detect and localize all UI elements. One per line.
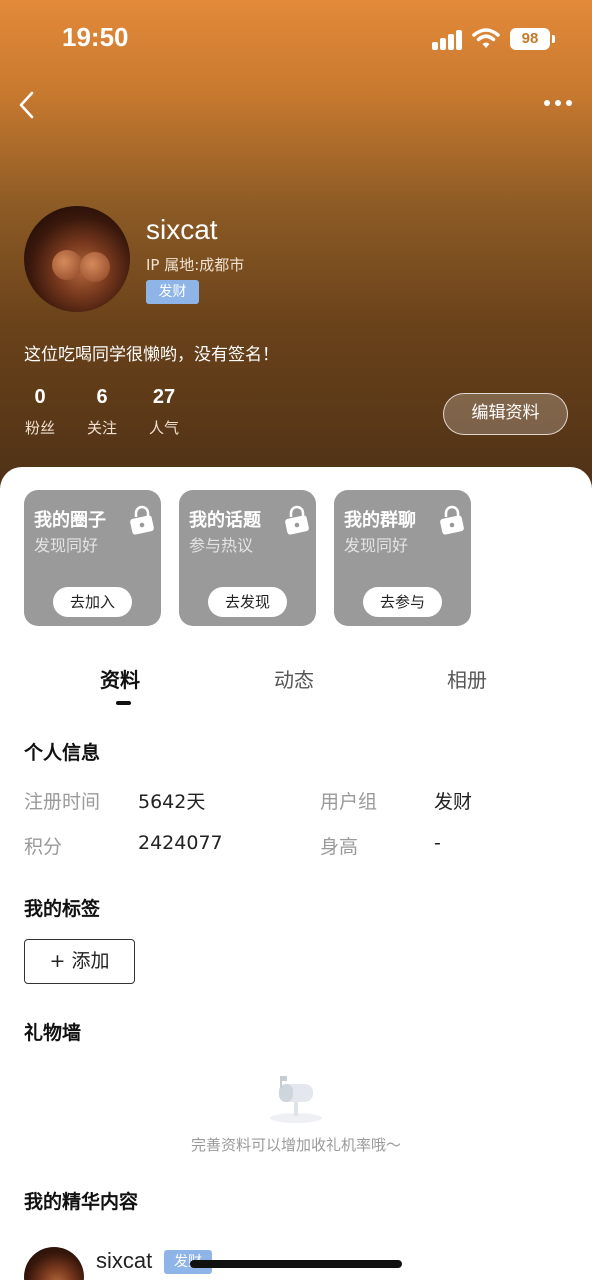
card-my-group-chats[interactable]: 我的群聊 发现同好 去参与 bbox=[334, 490, 471, 626]
info-label: 注册时间 bbox=[24, 791, 101, 813]
stat-label: 人气 bbox=[148, 419, 179, 437]
username: sixcat bbox=[146, 214, 218, 245]
tab-album[interactable]: 相册 bbox=[447, 664, 487, 693]
card-my-topics[interactable]: 我的话题 参与热议 去发现 bbox=[179, 490, 316, 626]
wifi-icon bbox=[472, 28, 500, 48]
stat-label: 粉丝 bbox=[24, 419, 55, 437]
active-tab-indicator bbox=[116, 701, 131, 705]
empty-mailbox-icon bbox=[270, 1076, 322, 1123]
card-button[interactable]: 去发现 bbox=[208, 587, 287, 617]
cellular-signal-icon bbox=[432, 28, 464, 50]
add-tag-button[interactable]: + 添加 bbox=[24, 939, 135, 984]
lock-icon bbox=[440, 505, 464, 535]
card-subtitle: 发现同好 bbox=[344, 536, 409, 555]
post-author-name: sixcat bbox=[96, 1248, 153, 1273]
info-value: 5642天 bbox=[138, 791, 206, 813]
back-icon[interactable] bbox=[16, 90, 40, 120]
battery-icon: 98 bbox=[510, 28, 555, 50]
ip-location: IP 属地:成都市 bbox=[146, 256, 245, 274]
card-button[interactable]: 去参与 bbox=[363, 587, 442, 617]
stat-popularity[interactable]: 27 人气 bbox=[148, 386, 180, 438]
edit-profile-button[interactable]: 编辑资料 bbox=[443, 393, 568, 435]
stat-value: 0 bbox=[34, 386, 46, 408]
info-label: 用户组 bbox=[320, 791, 378, 813]
card-title: 我的群聊 bbox=[344, 510, 416, 531]
my-tags-title: 我的标签 bbox=[24, 898, 101, 920]
stat-following[interactable]: 6 关注 bbox=[86, 386, 118, 438]
info-value: 发财 bbox=[434, 791, 473, 813]
stat-label: 关注 bbox=[86, 419, 117, 437]
info-value: - bbox=[434, 832, 441, 854]
more-options-icon[interactable] bbox=[544, 100, 574, 110]
tab-profile-info[interactable]: 资料 bbox=[100, 664, 140, 693]
user-group-badge: 发财 bbox=[146, 280, 199, 304]
avatar[interactable] bbox=[24, 206, 130, 312]
lock-icon bbox=[285, 505, 309, 535]
featured-content-title: 我的精华内容 bbox=[24, 1191, 139, 1213]
card-subtitle: 参与热议 bbox=[189, 536, 254, 555]
status-bar: 19:50 98 bbox=[0, 0, 592, 80]
card-button[interactable]: 去加入 bbox=[53, 587, 132, 617]
card-subtitle: 发现同好 bbox=[34, 536, 99, 555]
gift-wall-empty-text: 完善资料可以增加收礼机率哦～ bbox=[190, 1136, 401, 1154]
tab-activity[interactable]: 动态 bbox=[274, 664, 314, 693]
lock-icon bbox=[130, 505, 154, 535]
bio-text: 这位吃喝同学很懒哟，没有签名！ bbox=[24, 345, 279, 365]
status-time: 19:50 bbox=[62, 22, 129, 52]
card-title: 我的圈子 bbox=[34, 510, 106, 531]
personal-info-title: 个人信息 bbox=[24, 742, 101, 764]
stat-value: 6 bbox=[96, 386, 108, 408]
gift-wall-title: 礼物墙 bbox=[24, 1022, 82, 1044]
card-title: 我的话题 bbox=[189, 510, 261, 531]
home-indicator[interactable] bbox=[190, 1260, 402, 1268]
info-label: 积分 bbox=[24, 836, 63, 858]
stat-fans[interactable]: 0 粉丝 bbox=[24, 386, 56, 438]
stat-value: 27 bbox=[152, 386, 176, 408]
info-label: 身高 bbox=[320, 836, 359, 858]
card-my-circles[interactable]: 我的圈子 发现同好 去加入 bbox=[24, 490, 161, 626]
info-value: 2424077 bbox=[138, 832, 223, 854]
